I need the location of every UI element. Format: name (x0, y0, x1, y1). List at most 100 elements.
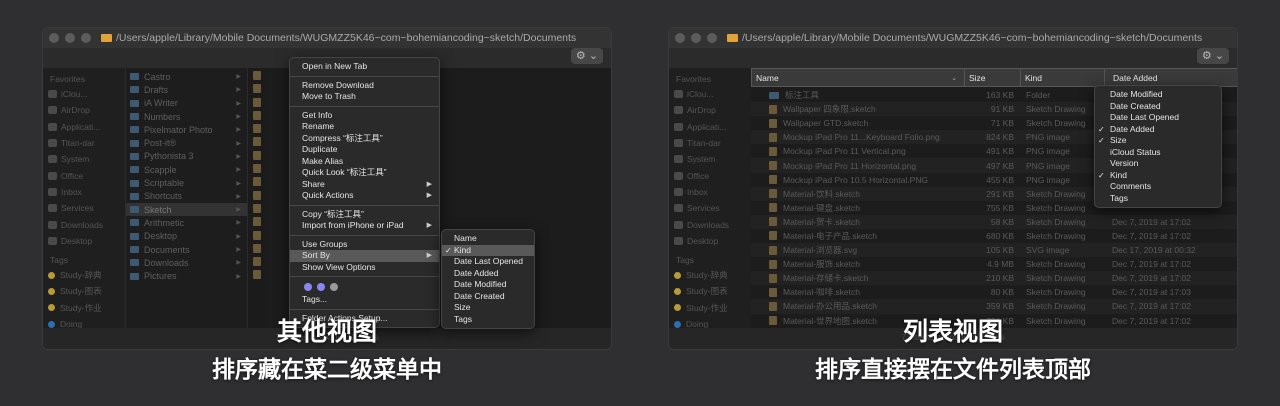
minimize-button[interactable] (65, 33, 75, 43)
sidebar-item[interactable]: AirDrop (674, 102, 751, 118)
sidebar-item[interactable]: Applicati... (48, 119, 125, 135)
menu-item[interactable]: Show View Options (290, 262, 439, 274)
list-item[interactable]: Shortcuts ▶ (126, 190, 247, 203)
column-option[interactable]: Date Created (1095, 101, 1221, 113)
column-header-date-added[interactable]: Date Added (1105, 69, 1237, 86)
table-row[interactable]: Material-浏览器.svg 105 KB SVG image Dec 17, 2… (751, 243, 1237, 258)
list-item[interactable]: Drafts ▶ (126, 83, 247, 96)
sidebar-tag-item[interactable]: Study-图表 (48, 283, 125, 299)
sidebar-tag-item[interactable]: Study-辞典 (48, 267, 125, 283)
list-item[interactable]: Pixelmator Photo ▶ (126, 123, 247, 136)
list-item[interactable]: Pythonista 3 ▶ (126, 150, 247, 163)
menu-item[interactable]: Compress “标注工具” (290, 133, 439, 145)
column-option[interactable]: Date Last Opened (1095, 112, 1221, 124)
sidebar-item[interactable]: iClou... (48, 86, 125, 102)
column-option[interactable]: ✓ Date Added (1095, 124, 1221, 136)
sort-option[interactable]: Name (442, 233, 534, 245)
sidebar-item[interactable]: System (674, 151, 751, 167)
list-item[interactable]: Documents ▶ (126, 243, 247, 256)
table-row[interactable]: Material-存储卡.sketch 210 KB Sketch Drawing D… (751, 271, 1237, 286)
list-item[interactable]: Post-it® ▶ (126, 136, 247, 149)
cell-name: Material-存储卡.sketch (751, 272, 964, 284)
sidebar-item[interactable]: Downloads (48, 216, 125, 232)
sidebar-item[interactable]: iClou... (674, 86, 751, 102)
tag-color-option[interactable] (317, 283, 325, 291)
list-item[interactable]: Arithmetic ▶ (126, 216, 247, 229)
sidebar-item[interactable]: Office (48, 167, 125, 183)
column-header-kind[interactable]: Kind (1021, 69, 1105, 86)
sidebar-item[interactable]: Inbox (48, 184, 125, 200)
menu-item[interactable]: Get Info (290, 110, 439, 122)
menu-item[interactable]: Duplicate (290, 144, 439, 156)
sidebar-item[interactable]: Services (674, 200, 751, 216)
menu-item[interactable]: Remove Download (290, 80, 439, 92)
sidebar-item[interactable]: Office (674, 167, 751, 183)
sidebar-item[interactable]: Inbox (674, 184, 751, 200)
sort-option[interactable]: Date Added (442, 268, 534, 280)
minimize-button[interactable] (691, 33, 701, 43)
list-item[interactable]: Pictures ▶ (126, 269, 247, 282)
list-item[interactable]: Sketch ▶ (126, 202, 247, 217)
column-option[interactable]: ✓ Kind (1095, 170, 1221, 182)
cell-kind: Folder (1026, 90, 1051, 101)
table-row[interactable]: Material-咖啡.sketch 80 KB Sketch Drawing Dec… (751, 285, 1237, 299)
sidebar-item[interactable]: Desktop (48, 233, 125, 249)
sort-option[interactable]: Date Modified (442, 279, 534, 291)
sidebar-item[interactable]: Titan-dar (674, 135, 751, 151)
sort-option[interactable]: ✓ Kind (442, 244, 534, 256)
table-row[interactable]: Material-电子产品.sketch 680 KB Sketch Drawing… (751, 229, 1237, 243)
menu-item[interactable]: Import from iPhone or iPad ▶ (290, 220, 439, 232)
menu-item[interactable]: Sort By ▶ (290, 250, 439, 262)
sidebar-item[interactable]: System (48, 151, 125, 167)
list-item[interactable]: Castro ▶ (126, 70, 247, 83)
close-button[interactable] (49, 33, 59, 43)
list-item[interactable]: iA Writer ▶ (126, 97, 247, 110)
sidebar-tag-item[interactable]: Study-辞典 (674, 267, 751, 283)
menu-item[interactable]: Rename (290, 121, 439, 133)
menu-item[interactable]: Quick Look “标注工具” (290, 167, 439, 179)
column-option[interactable]: iCloud Status (1095, 147, 1221, 159)
tag-color-option[interactable] (330, 283, 338, 291)
menu-item[interactable]: Use Groups (290, 239, 439, 251)
list-item[interactable]: Numbers ▶ (126, 110, 247, 123)
action-gear-button[interactable]: ⚙︎ ⌄ (571, 48, 603, 64)
menu-item[interactable]: Open in New Tab (290, 61, 439, 73)
column-option[interactable]: Version (1095, 158, 1221, 170)
sidebar-item[interactable]: AirDrop (48, 102, 125, 118)
file-icon (253, 203, 261, 213)
column-header-size[interactable]: Size (965, 69, 1021, 86)
list-item[interactable]: Scapple ▶ (126, 163, 247, 176)
folder-icon (727, 34, 738, 42)
sidebar-tag-item[interactable]: Study-图表 (674, 283, 751, 299)
column-option[interactable]: Comments (1095, 181, 1221, 193)
table-row[interactable]: Material-服饰.sketch 4.9 MB Sketch Drawing De… (751, 257, 1237, 271)
menu-item[interactable]: Copy “标注工具” (290, 209, 439, 221)
zoom-button[interactable] (81, 33, 91, 43)
menu-item[interactable]: Tags... (290, 294, 439, 306)
close-button[interactable] (675, 33, 685, 43)
column-option[interactable]: Tags (1095, 193, 1221, 205)
sidebar-item[interactable]: Downloads (674, 216, 751, 232)
sidebar-item[interactable]: Titan-dar (48, 135, 125, 151)
list-item[interactable]: Desktop ▶ (126, 230, 247, 243)
tag-color-option[interactable] (304, 283, 312, 291)
zoom-button[interactable] (707, 33, 717, 43)
sidebar-item[interactable]: Applicati... (674, 119, 751, 135)
sidebar-item[interactable]: Desktop (674, 233, 751, 249)
sort-option[interactable]: Date Last Opened (442, 256, 534, 268)
table-row[interactable]: Material-贺卡.sketch 58 KB Sketch Drawing Dec… (751, 214, 1237, 229)
sort-option[interactable]: Date Created (442, 291, 534, 303)
menu-item[interactable]: Quick Actions ▶ (290, 190, 439, 202)
sort-option-label: Date Modified (454, 279, 507, 289)
column-option[interactable]: Date Modified (1095, 89, 1221, 101)
list-item[interactable]: Downloads ▶ (126, 256, 247, 269)
list-item[interactable]: Scriptable ▶ (126, 176, 247, 189)
column-option[interactable]: ✓ Size (1095, 135, 1221, 147)
location-icon (674, 187, 683, 196)
menu-item[interactable]: Make Alias (290, 156, 439, 168)
menu-item[interactable]: Share ▶ (290, 179, 439, 191)
action-gear-button[interactable]: ⚙︎ ⌄ (1197, 48, 1229, 64)
menu-item[interactable]: Move to Trash (290, 91, 439, 103)
sidebar-item[interactable]: Services (48, 200, 125, 216)
column-header-name[interactable]: Name ⌄ (752, 69, 965, 86)
